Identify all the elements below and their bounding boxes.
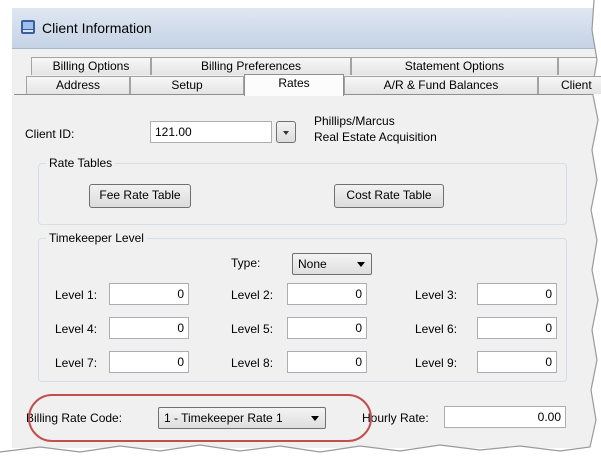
screenshot-frame: Client Information Billing Options Billi…	[0, 0, 601, 470]
tab-row-front: Address Setup Rates A/R & Fund Balances …	[12, 74, 601, 96]
tab-client[interactable]: Client	[538, 76, 601, 94]
tab-setup[interactable]: Setup	[130, 76, 244, 94]
tab-rates[interactable]: Rates	[244, 74, 344, 96]
torn-edge-overlay	[0, 0, 601, 470]
tab-ar-fund-balances[interactable]: A/R & Fund Balances	[344, 76, 538, 94]
tab-address[interactable]: Address	[26, 76, 130, 94]
